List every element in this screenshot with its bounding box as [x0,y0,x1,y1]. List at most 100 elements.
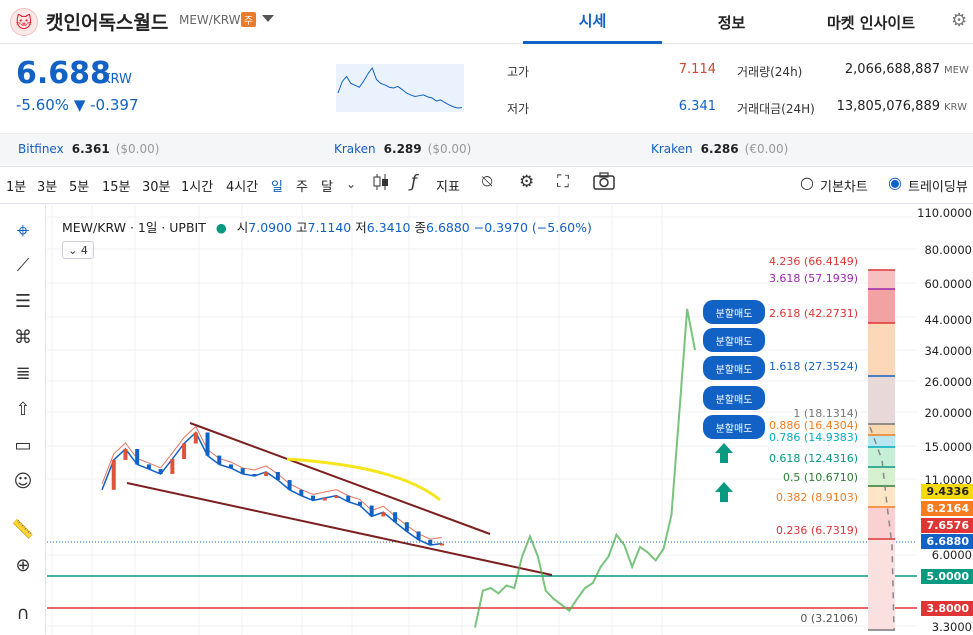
interval-week[interactable]: 주 [296,176,308,195]
split-sell-button[interactable]: 분할매도 [703,386,765,410]
y-tick: 34.0000 [924,344,972,358]
exchange-bitfinex[interactable]: Bitfinex 6.361 ($0.00) [18,142,159,156]
smiley-icon[interactable]: ☺ [8,471,38,492]
fib-level-0382: 0.382 (8.9103) [775,491,858,504]
callout-icon[interactable]: ▭ [8,435,38,456]
chevron-down-icon[interactable] [262,15,274,22]
exchange-kraken-eur[interactable]: Kraken 6.286 (€0.00) [651,142,788,156]
price-change: -5.60% ▼ -0.397 [16,96,139,114]
tab-price[interactable]: 시세 [523,0,662,44]
split-sell-button[interactable]: 분할매도 [703,328,765,352]
interval-5m[interactable]: 5분 [69,176,89,195]
split-sell-button[interactable]: 분할매도 [703,356,765,380]
fib-band [868,270,895,289]
candle [311,495,316,501]
interval-4h[interactable]: 4시간 [226,176,258,195]
fib-level-0786: 0.786 (14.9383) [768,431,858,444]
collapse-indicators-button[interactable]: ⌄ 4 [62,241,94,259]
interval-3m[interactable]: 3분 [37,176,57,195]
candle [264,471,269,476]
interval-day[interactable]: 일 [271,176,283,195]
fib-tool-icon[interactable]: ≣ [8,363,38,384]
basic-chart-radio[interactable]: ○ [800,173,814,192]
candle [158,469,163,474]
candle [146,464,151,470]
fib-band [868,289,895,323]
trendline-icon[interactable]: ⟋ [8,255,38,276]
pattern-icon[interactable]: ⌘ [8,327,38,348]
crosshair-icon[interactable]: ⌖ [8,219,38,244]
mew-candles [101,425,444,546]
fib-band [868,323,895,376]
fib-level-0: 0 (3.2106) [800,612,858,625]
fullscreen-icon[interactable]: ⛶ [557,172,569,192]
fib-level-05: 0.5 (10.6710) [782,471,858,484]
coin-pair: MEW/KRW [179,13,241,27]
interval-1h[interactable]: 1시간 [181,176,213,195]
mini-price-chart [336,64,464,112]
fib-band [868,539,895,630]
tab-info[interactable]: 정보 [662,0,801,44]
interval-month[interactable]: 달 [321,176,333,195]
horizontal-lines-icon[interactable]: ☰ [8,291,38,312]
candle [393,512,398,523]
high-label: 고가 [507,65,530,79]
tradingview-label: 트레이딩뷰 [908,180,968,195]
alert-icon[interactable]: ⍉ [482,172,492,192]
trade-value-unit: KRW [944,102,967,113]
fib-level-0236: 0.236 (6.7319) [775,524,858,537]
settings-icon[interactable]: ⚙ [519,172,534,192]
arrow-up-icon[interactable]: ⇧ [8,399,38,420]
candle [404,522,409,532]
fib-band [868,447,895,467]
interval-1m[interactable]: 1분 [6,176,26,195]
trade-value: 13,805,076,889 [836,99,940,114]
fib-level-1618: 1.618 (27.3524) [768,360,858,373]
price-tag-red: 7.6576 [921,518,973,533]
indicators-button[interactable]: 지표 [436,176,460,195]
candle [357,501,362,506]
ohlc-legend: MEW/KRW · 1일 · UPBIT ● 시7.0900 고7.1140 저… [62,220,592,235]
candle [334,495,339,499]
candle [428,539,433,546]
zoom-in-icon[interactable]: ⊕ [8,555,38,576]
candle-type-icon[interactable] [372,172,390,197]
candle [135,448,140,465]
y-tick: 44.0000 [924,313,972,327]
tab-market-insight[interactable]: 마켓 인사이트 [801,0,941,44]
interval-30m[interactable]: 30분 [142,176,171,195]
candle [252,473,257,476]
fib-level-3618: 3.618 (57.1939) [768,272,858,285]
candle [111,459,116,490]
y-tick: 6.0000 [931,548,972,562]
y-tick: 80.0000 [924,243,972,257]
split-sell-button[interactable]: 분할매도 [703,300,765,324]
candle [381,512,386,517]
magnet-icon[interactable]: ∩ [8,603,38,624]
candle [170,459,175,474]
settings-gear-icon[interactable]: ⚙ [951,10,967,31]
fib-band [868,435,895,447]
ruler-icon[interactable]: 📏 [8,519,38,540]
candle [275,471,280,481]
function-icon[interactable]: ƒ [411,172,417,192]
price-tag-yellow: 9.4336 [921,484,973,499]
tradingview-radio[interactable]: ◉ [888,173,902,192]
candle [217,455,222,465]
low-label: 저가 [507,102,530,116]
candle [193,432,198,444]
exchange-kraken-usd[interactable]: Kraken 6.289 ($0.00) [334,142,471,156]
y-tick: 60.0000 [924,277,972,291]
drawing-tools-panel: ⌖ ⟋ ☰ ⌘ ≣ ⇧ ▭ ☺ 📏 ⊕ ∩ [0,205,46,635]
volume-unit: MEW [944,65,969,76]
chevron-down-icon[interactable]: ⌄ [346,177,356,191]
header: 🐱 캣인어독스월드 MEW/KRW 주 시세 정보 마켓 인사이트 ⚙ [0,0,973,44]
split-sell-button[interactable]: 분할매도 [703,415,765,439]
candle [182,443,187,460]
fib-band [868,467,895,486]
candle [299,489,304,496]
up-arrows [715,443,733,502]
low-value: 6.341 [678,99,716,114]
interval-15m[interactable]: 15분 [102,176,131,195]
camera-icon[interactable] [593,172,615,195]
